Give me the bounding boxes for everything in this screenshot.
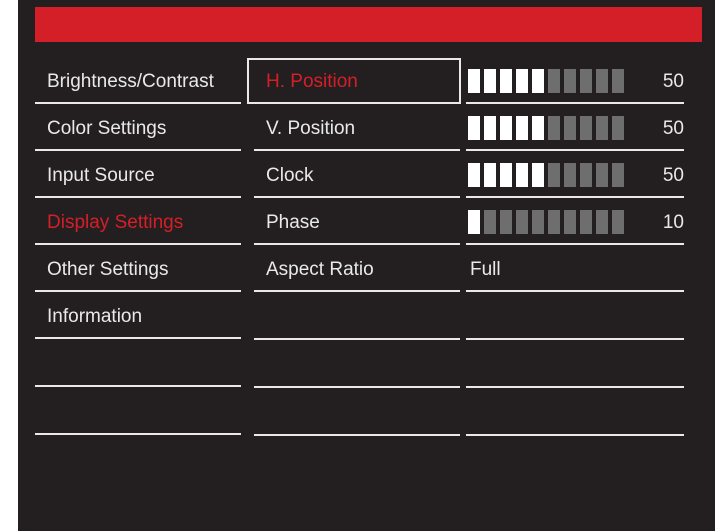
level-segment-empty — [612, 163, 624, 187]
menu-item-color-settings[interactable]: Color Settings — [35, 105, 241, 151]
level-segment-filled — [468, 69, 480, 93]
value-row-h-position: 50 — [466, 58, 684, 104]
empty-row — [466, 389, 684, 436]
level-bar[interactable] — [468, 163, 624, 187]
empty-row — [35, 340, 241, 387]
empty-row — [254, 341, 460, 388]
level-segment-filled — [532, 116, 544, 140]
submenu-item-v-position[interactable]: V. Position — [254, 105, 460, 151]
level-segment-empty — [596, 163, 608, 187]
empty-row — [466, 341, 684, 388]
level-segment-empty — [580, 116, 592, 140]
submenu-item-label: Aspect Ratio — [266, 259, 374, 280]
level-segment-empty — [612, 69, 624, 93]
value-row-aspect-ratio[interactable]: Full — [466, 246, 684, 292]
menu-item-label: Other Settings — [47, 259, 169, 280]
level-segment-filled — [500, 116, 512, 140]
menu-item-other-settings[interactable]: Other Settings — [35, 246, 241, 292]
submenu-item-label: H. Position — [266, 71, 358, 92]
submenu-item-phase[interactable]: Phase — [254, 199, 460, 245]
menu-item-label: Display Settings — [47, 212, 184, 233]
level-segment-filled — [516, 69, 528, 93]
submenu-item-aspect-ratio[interactable]: Aspect Ratio — [254, 246, 460, 292]
level-bar[interactable] — [468, 210, 624, 234]
level-segment-empty — [532, 210, 544, 234]
level-segment-filled — [532, 163, 544, 187]
submenu-item-h-position[interactable]: H. Position — [247, 58, 461, 104]
value-row-clock: 50 — [466, 152, 684, 198]
level-segment-filled — [468, 210, 480, 234]
level-segment-empty — [596, 69, 608, 93]
level-segment-filled — [468, 163, 480, 187]
value-row-phase: 10 — [466, 199, 684, 245]
level-segment-empty — [500, 210, 512, 234]
header-bar — [35, 7, 702, 42]
level-segment-filled — [484, 69, 496, 93]
level-segment-filled — [532, 69, 544, 93]
level-segment-empty — [548, 69, 560, 93]
menu-item-information[interactable]: Information — [35, 293, 241, 339]
submenu-item-label: Phase — [266, 212, 320, 233]
level-segment-filled — [516, 163, 528, 187]
menu-item-label: Color Settings — [47, 118, 167, 139]
menu-item-label: Information — [47, 306, 143, 327]
level-segment-empty — [596, 210, 608, 234]
level-segment-empty — [580, 69, 592, 93]
level-segment-filled — [500, 69, 512, 93]
aspect-ratio-value: Full — [470, 259, 501, 280]
menu-item-display-settings[interactable]: Display Settings — [35, 199, 241, 245]
level-bar[interactable] — [468, 69, 624, 93]
sub-menu: H. Position V. Position Clock Phase Aspe… — [247, 58, 461, 436]
level-segment-empty — [564, 116, 576, 140]
value-number: 50 — [662, 71, 684, 92]
menu-item-input-source[interactable]: Input Source — [35, 152, 241, 198]
menu-item-brightness-contrast[interactable]: Brightness/Contrast — [35, 58, 241, 104]
level-segment-empty — [564, 163, 576, 187]
empty-row — [466, 293, 684, 340]
level-segment-empty — [580, 163, 592, 187]
osd-panel: Brightness/Contrast Color Settings Input… — [18, 0, 715, 531]
level-segment-empty — [596, 116, 608, 140]
level-segment-empty — [580, 210, 592, 234]
level-segment-empty — [612, 116, 624, 140]
value-number: 50 — [662, 165, 684, 186]
empty-row — [35, 388, 241, 435]
level-segment-filled — [500, 163, 512, 187]
level-segment-empty — [548, 116, 560, 140]
empty-row — [254, 389, 460, 436]
submenu-item-label: Clock — [266, 165, 314, 186]
level-segment-empty — [612, 210, 624, 234]
level-segment-empty — [564, 69, 576, 93]
value-column: 50 50 50 10 Full — [466, 58, 684, 436]
value-number: 50 — [662, 118, 684, 139]
level-segment-empty — [484, 210, 496, 234]
level-segment-empty — [516, 210, 528, 234]
main-menu: Brightness/Contrast Color Settings Input… — [35, 58, 241, 435]
level-segment-filled — [484, 116, 496, 140]
level-segment-filled — [516, 116, 528, 140]
value-number: 10 — [662, 212, 684, 233]
value-row-v-position: 50 — [466, 105, 684, 151]
level-segment-empty — [548, 210, 560, 234]
menu-item-label: Input Source — [47, 165, 155, 186]
level-segment-empty — [564, 210, 576, 234]
level-segment-filled — [484, 163, 496, 187]
level-segment-filled — [468, 116, 480, 140]
menu-item-label: Brightness/Contrast — [47, 71, 214, 92]
submenu-item-clock[interactable]: Clock — [254, 152, 460, 198]
submenu-item-label: V. Position — [266, 118, 356, 139]
empty-row — [254, 293, 460, 340]
level-bar[interactable] — [468, 116, 624, 140]
level-segment-empty — [548, 163, 560, 187]
